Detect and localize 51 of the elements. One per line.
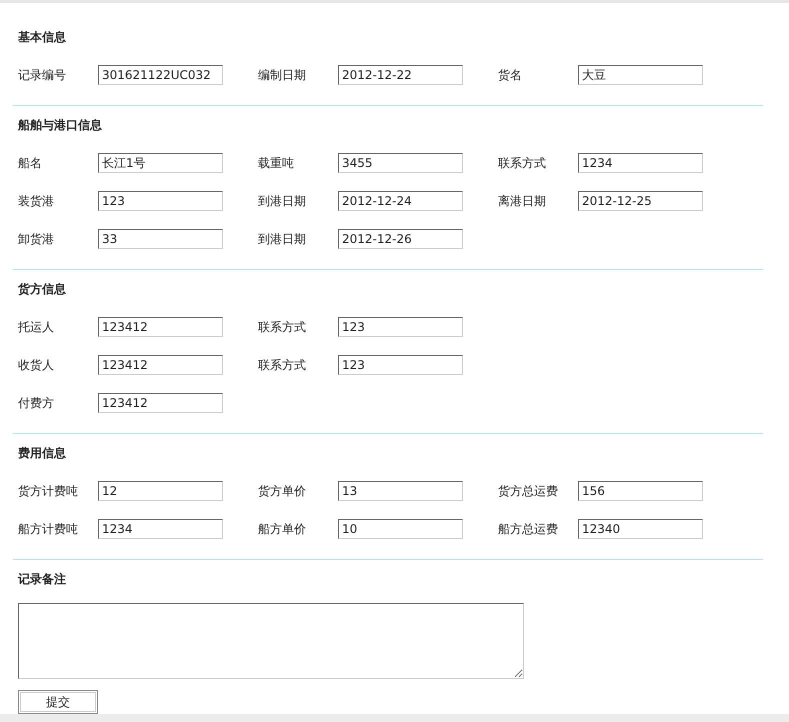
remarks-textarea[interactable] <box>18 603 524 679</box>
field-label: 编制日期 <box>258 67 307 84</box>
input-field[interactable]: 1234 <box>578 153 703 173</box>
section-heading: 基本信息 <box>18 29 67 46</box>
input-field[interactable]: 156 <box>578 481 703 501</box>
section-heading: 货方信息 <box>18 281 67 298</box>
input-field[interactable]: 10 <box>338 519 463 539</box>
field-label: 船名 <box>18 155 43 172</box>
field-label: 联系方式 <box>258 357 307 374</box>
field-label: 托运人 <box>18 319 55 336</box>
section-heading: 记录备注 <box>18 571 67 588</box>
input-field[interactable]: 13 <box>338 481 463 501</box>
input-field[interactable]: 301621122UC032 <box>98 65 223 85</box>
field-label: 卸货港 <box>18 231 55 248</box>
input-field[interactable]: 123 <box>338 317 463 337</box>
submit-button[interactable]: 提交 <box>18 690 98 714</box>
input-field[interactable]: 2012-12-24 <box>338 191 463 211</box>
field-label: 载重吨 <box>258 155 295 172</box>
field-label: 装货港 <box>18 193 55 210</box>
input-field[interactable]: 长江1号 <box>98 153 223 173</box>
field-label: 货方单价 <box>258 483 307 500</box>
section-heading: 费用信息 <box>18 445 67 462</box>
field-label: 离港日期 <box>498 193 547 210</box>
input-field[interactable]: 大豆 <box>578 65 703 85</box>
input-field[interactable]: 123412 <box>98 355 223 375</box>
field-label: 船方总运费 <box>498 521 559 538</box>
input-field[interactable]: 3455 <box>338 153 463 173</box>
field-label: 收货人 <box>18 357 55 374</box>
input-field[interactable]: 123 <box>338 355 463 375</box>
input-field[interactable]: 123412 <box>98 393 223 413</box>
input-field[interactable]: 12340 <box>578 519 703 539</box>
field-label: 货方计费吨 <box>18 483 79 500</box>
input-field[interactable]: 123412 <box>98 317 223 337</box>
input-field[interactable]: 1234 <box>98 519 223 539</box>
input-field[interactable]: 2012-12-26 <box>338 229 463 249</box>
input-field[interactable]: 12 <box>98 481 223 501</box>
field-label: 到港日期 <box>258 193 307 210</box>
field-label: 联系方式 <box>498 155 547 172</box>
field-label: 记录编号 <box>18 67 67 84</box>
field-label: 货名 <box>498 67 523 84</box>
field-label: 船方计费吨 <box>18 521 79 538</box>
input-field[interactable]: 2012-12-25 <box>578 191 703 211</box>
field-label: 船方单价 <box>258 521 307 538</box>
field-label: 联系方式 <box>258 319 307 336</box>
field-label: 到港日期 <box>258 231 307 248</box>
field-label: 货方总运费 <box>498 483 559 500</box>
field-label: 付费方 <box>18 395 55 412</box>
section-heading: 船舶与港口信息 <box>18 117 103 134</box>
input-field[interactable]: 123 <box>98 191 223 211</box>
input-field[interactable]: 33 <box>98 229 223 249</box>
input-field[interactable]: 2012-12-22 <box>338 65 463 85</box>
